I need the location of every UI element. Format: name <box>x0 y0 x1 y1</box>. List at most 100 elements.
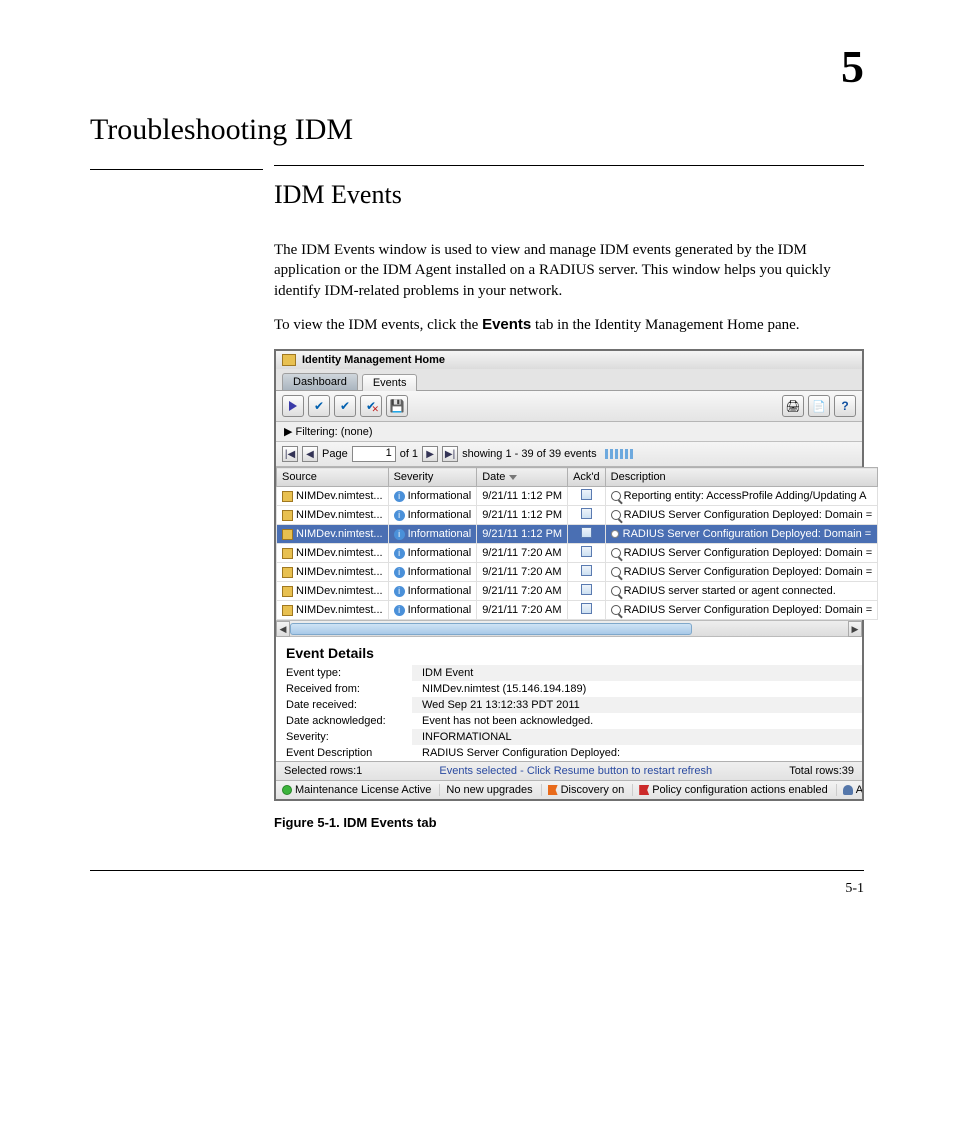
filter-row[interactable]: ▶ Filtering: (none) <box>276 422 862 442</box>
ack-button-2[interactable] <box>334 395 356 417</box>
folder-icon <box>282 354 296 366</box>
next-page-button[interactable]: ▶ <box>422 446 438 462</box>
tabs-row: Dashboard Events <box>276 369 862 391</box>
ack-checkbox[interactable] <box>581 546 592 557</box>
table-status-row: Selected rows:1 Events selected - Click … <box>276 761 862 780</box>
source-icon <box>282 586 293 597</box>
magnify-icon[interactable] <box>611 567 621 577</box>
progress-bars-icon <box>605 449 633 459</box>
ack-checkbox[interactable] <box>581 565 592 576</box>
source-icon <box>282 491 293 502</box>
page-of: of 1 <box>400 448 418 460</box>
status-admin: Administrator <box>856 784 862 796</box>
lbl-event-type: Event type: <box>276 665 412 681</box>
lbl-event-desc: Event Description <box>276 745 412 761</box>
info-icon: i <box>394 548 405 559</box>
source-icon <box>282 548 293 559</box>
val-date-received: Wed Sep 21 13:12:33 PDT 2011 <box>412 697 862 713</box>
col-severity[interactable]: Severity <box>388 468 477 487</box>
status-hint: Events selected - Click Resume button to… <box>439 765 712 777</box>
table-row[interactable]: NIMDev.nimtest...iInformational9/21/11 1… <box>277 506 878 525</box>
tab-events[interactable]: Events <box>362 374 418 391</box>
magnify-icon[interactable] <box>611 491 621 501</box>
col-source[interactable]: Source <box>277 468 389 487</box>
scroll-right-button[interactable]: ▶ <box>848 621 862 637</box>
window-title: Identity Management Home <box>302 354 445 366</box>
status-policy: Policy configuration actions enabled <box>652 784 828 796</box>
user-icon <box>843 785 853 795</box>
events-table: Source Severity Date Ack'd Description N… <box>276 467 878 620</box>
resume-button[interactable] <box>282 395 304 417</box>
source-icon <box>282 529 293 540</box>
val-received-from: NIMDev.nimtest (15.146.194.189) <box>412 681 862 697</box>
last-page-button[interactable]: ▶| <box>442 446 458 462</box>
magnify-icon[interactable] <box>611 605 621 615</box>
status-discovery: Discovery on <box>561 784 625 796</box>
event-details-title: Event Details <box>276 637 862 665</box>
unack-button[interactable] <box>360 395 382 417</box>
val-date-ack: Event has not been acknowledged. <box>412 713 862 729</box>
footer-rule <box>90 870 864 871</box>
table-row[interactable]: NIMDev.nimtest...iInformational9/21/11 7… <box>277 563 878 582</box>
page-number: 5-1 <box>90 881 864 897</box>
magnify-icon[interactable] <box>611 586 621 596</box>
table-row[interactable]: NIMDev.nimtest...iInformational9/21/11 1… <box>277 525 878 544</box>
rule-left <box>90 169 263 170</box>
magnify-icon[interactable] <box>611 548 621 558</box>
horizontal-scrollbar[interactable]: ◀ ▶ <box>276 620 862 636</box>
pager-showing: showing 1 - 39 of 39 events <box>462 448 597 460</box>
info-icon: i <box>394 510 405 521</box>
help-button[interactable] <box>834 395 856 417</box>
info-icon: i <box>394 567 405 578</box>
col-ackd[interactable]: Ack'd <box>568 468 606 487</box>
source-icon <box>282 567 293 578</box>
events-tab-name: Events <box>482 316 531 333</box>
license-ok-icon <box>282 785 292 795</box>
col-date[interactable]: Date <box>477 468 568 487</box>
lbl-date-ack: Date acknowledged: <box>276 713 412 729</box>
ack-checkbox[interactable] <box>581 489 592 500</box>
page-input[interactable]: 1 <box>352 446 396 462</box>
ack-checkbox[interactable] <box>581 584 592 595</box>
magnify-icon[interactable] <box>611 510 621 520</box>
prev-page-button[interactable]: ◀ <box>302 446 318 462</box>
chapter-number: 5 <box>90 40 864 93</box>
print-button[interactable] <box>782 395 804 417</box>
scroll-left-button[interactable]: ◀ <box>276 621 290 637</box>
table-row[interactable]: NIMDev.nimtest...iInformational9/21/11 7… <box>277 582 878 601</box>
col-description[interactable]: Description <box>605 468 878 487</box>
status-license: Maintenance License Active <box>295 784 431 796</box>
selected-indicator-icon <box>611 530 619 538</box>
ack-checkbox[interactable] <box>581 508 592 519</box>
figure-caption: Figure 5-1. IDM Events tab <box>274 815 864 830</box>
export-button[interactable] <box>808 395 830 417</box>
total-rows: Total rows:39 <box>789 765 854 777</box>
policy-flag-icon <box>639 785 649 795</box>
ack-checkbox[interactable] <box>581 527 592 538</box>
table-row[interactable]: NIMDev.nimtest...iInformational9/21/11 1… <box>277 487 878 506</box>
figure-screenshot: Identity Management Home Dashboard Event… <box>274 349 864 801</box>
discovery-flag-icon <box>548 785 558 795</box>
paragraph-2: To view the IDM events, click the Events… <box>274 315 864 335</box>
table-row[interactable]: NIMDev.nimtest...iInformational9/21/11 7… <box>277 601 878 620</box>
lbl-date-received: Date received: <box>276 697 412 713</box>
toolbar <box>276 391 862 422</box>
info-icon: i <box>394 586 405 597</box>
para2-pre: To view the IDM events, click the <box>274 317 482 333</box>
window-statusbar: Maintenance License Active No new upgrad… <box>276 780 862 799</box>
val-event-desc: RADIUS Server Configuration Deployed: <box>412 745 862 761</box>
table-row[interactable]: NIMDev.nimtest...iInformational9/21/11 7… <box>277 544 878 563</box>
section-title: IDM Events <box>274 180 864 210</box>
ack-button-1[interactable] <box>308 395 330 417</box>
pager-row: |◀ ◀ Page 1 of 1 ▶ ▶| showing 1 - 39 of … <box>276 442 862 467</box>
paragraph-1: The IDM Events window is used to view an… <box>274 240 864 301</box>
first-page-button[interactable]: |◀ <box>282 446 298 462</box>
save-button[interactable] <box>386 395 408 417</box>
lbl-received-from: Received from: <box>276 681 412 697</box>
tab-dashboard[interactable]: Dashboard <box>282 373 358 390</box>
info-icon: i <box>394 491 405 502</box>
window-titlebar: Identity Management Home <box>276 351 862 369</box>
selected-rows: Selected rows:1 <box>284 765 362 777</box>
source-icon <box>282 510 293 521</box>
ack-checkbox[interactable] <box>581 603 592 614</box>
